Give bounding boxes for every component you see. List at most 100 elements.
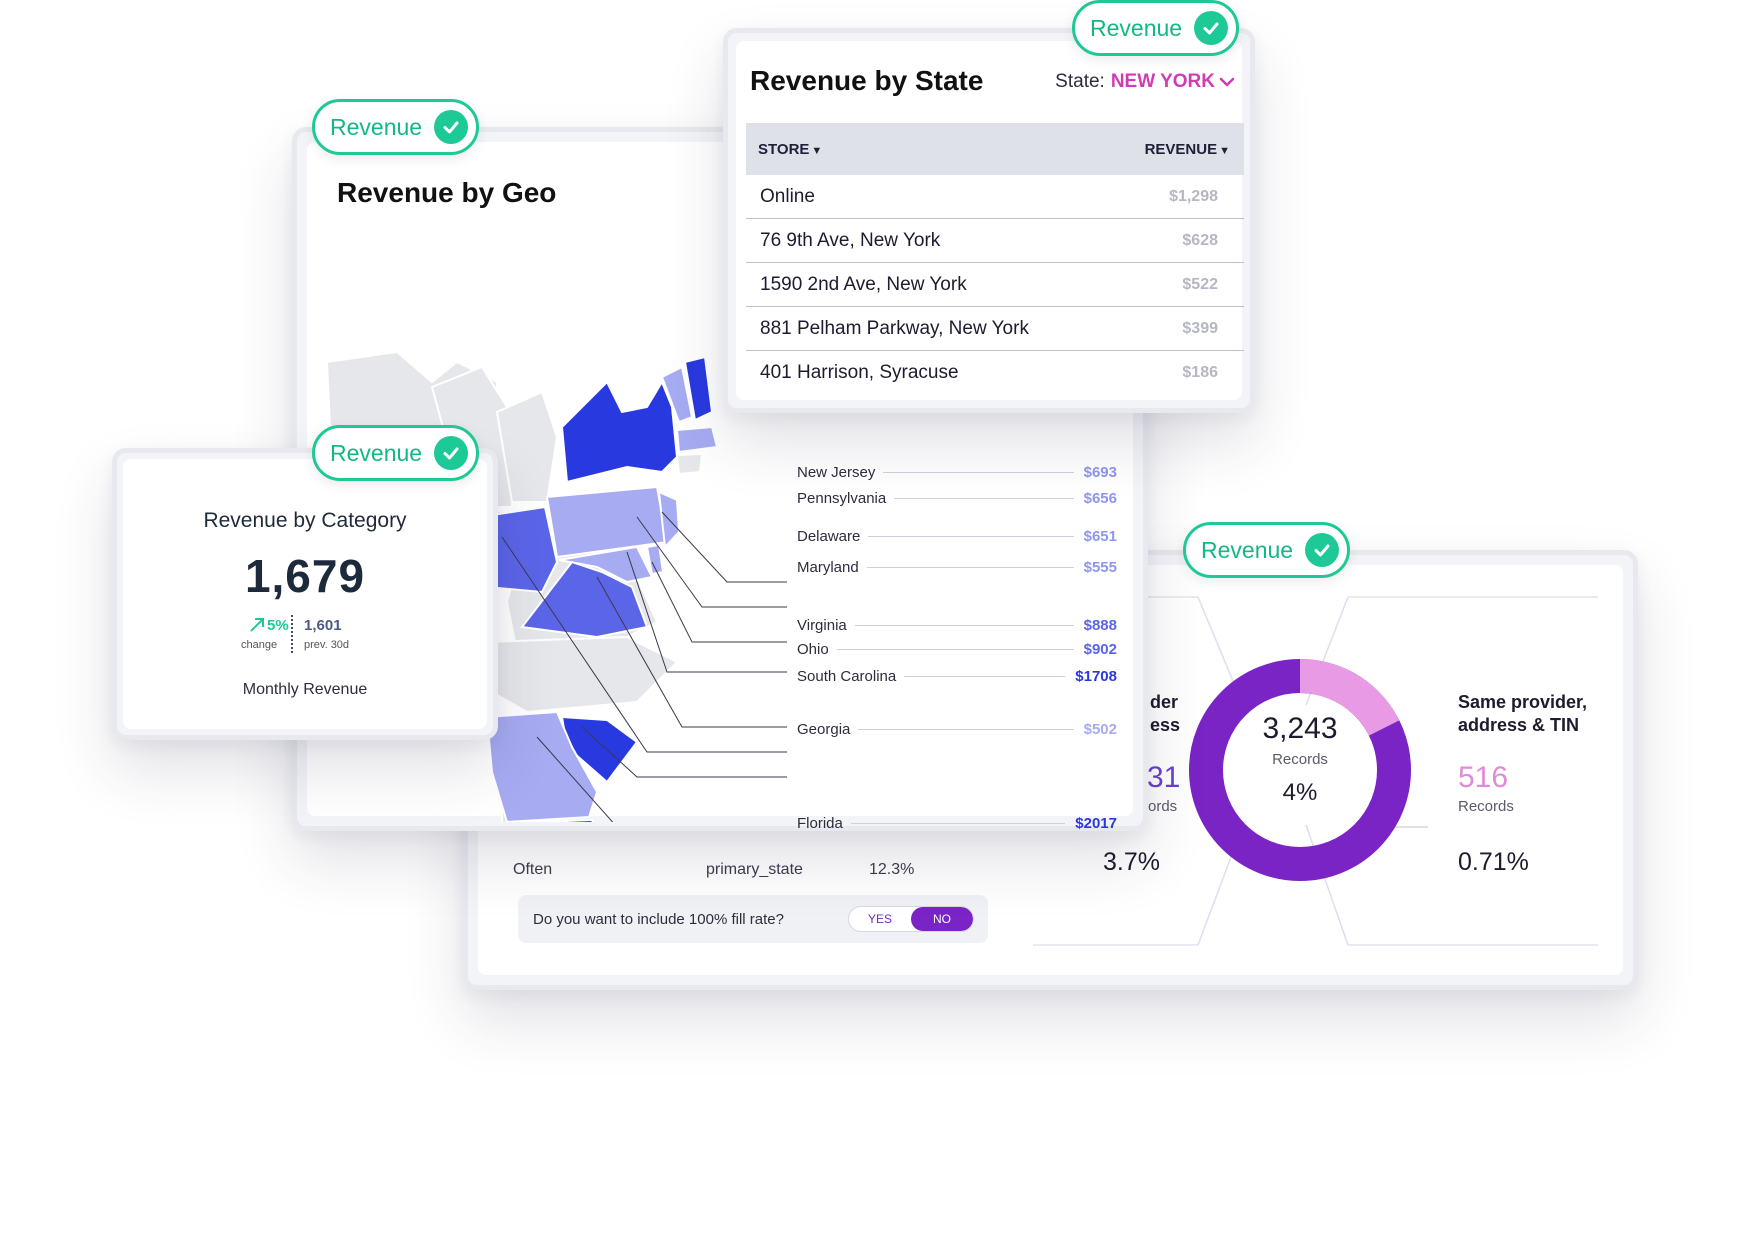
revenue-badge-category: Revenue xyxy=(312,425,480,481)
legend-state-name: Delaware xyxy=(797,527,861,545)
legend-value: $902 xyxy=(1083,640,1117,658)
column-revenue-label: REVENUE xyxy=(1144,140,1218,158)
legend-leader xyxy=(850,822,1066,824)
legend-leader xyxy=(836,648,1074,650)
partial-percent: 3.7% xyxy=(1103,848,1160,876)
legend-value: $651 xyxy=(1083,527,1117,545)
legend-row: New Jersey $693 xyxy=(797,462,1117,482)
state-picker[interactable]: State: NEW YORK xyxy=(1055,71,1236,93)
check-icon xyxy=(1194,11,1229,45)
chevron-down-icon[interactable] xyxy=(1218,75,1236,89)
legend-value: $502 xyxy=(1083,720,1117,738)
legend-row: Pennsylvania $656 xyxy=(797,488,1117,508)
map-state-grey xyxy=(485,635,679,714)
partial-records-label: ords xyxy=(1148,798,1178,815)
legend-leader xyxy=(904,675,1066,677)
legend-leader xyxy=(894,497,1074,499)
legend-value: $656 xyxy=(1083,489,1117,507)
category-prev-label: prev. 30d xyxy=(304,639,350,651)
category-title: Revenue by Category xyxy=(203,509,407,532)
row-store: 401 Harrison, Syracuse xyxy=(760,362,959,383)
right-metric-title-2: address & TIN xyxy=(1458,715,1580,735)
row-revenue: $1,298 xyxy=(1169,187,1218,205)
legend-value: $2017 xyxy=(1075,814,1117,832)
right-metric-percent: 0.71% xyxy=(1458,848,1529,876)
check-icon xyxy=(1305,533,1340,567)
right-metric-title-1: Same provider, xyxy=(1458,692,1588,712)
legend-leader xyxy=(866,566,1074,568)
right-metric-label: Records xyxy=(1458,798,1514,815)
row-store: 881 Pelham Parkway, New York xyxy=(760,317,1029,339)
row-revenue: $186 xyxy=(1182,364,1218,381)
row-store: Online xyxy=(760,185,815,207)
category-divider xyxy=(291,615,293,653)
table-row[interactable]: 401 Harrison, Syracuse $186 xyxy=(746,351,1244,395)
table-row[interactable]: Online $1,298 xyxy=(746,175,1244,219)
partial-number: 31 xyxy=(1147,761,1181,794)
column-store-label: STORE xyxy=(758,140,810,158)
row-revenue: $522 xyxy=(1182,275,1218,293)
legend-row: Delaware $651 xyxy=(797,526,1117,546)
revenue-state-body: Revenue by State State: NEW YORK STORE ▼ … xyxy=(736,41,1244,400)
check-icon xyxy=(434,436,469,470)
badge-label: Revenue xyxy=(1090,14,1183,41)
category-value: 1,679 xyxy=(244,550,366,602)
state-picker-value[interactable]: NEW YORK xyxy=(1111,71,1215,93)
category-change-label: change xyxy=(241,639,278,651)
row-store: 76 9th Ave, New York xyxy=(760,229,941,251)
state-picker-label: State: xyxy=(1055,71,1105,92)
row-revenue: $399 xyxy=(1182,319,1218,337)
sort-down-icon[interactable]: ▼ xyxy=(1219,145,1230,157)
map-state-new-york xyxy=(560,379,679,484)
trend-up-icon xyxy=(250,618,264,632)
records-donut-chart xyxy=(1189,659,1411,881)
legend-leader xyxy=(883,471,1074,473)
table-row[interactable]: 76 9th Ave, New York $628 xyxy=(746,219,1244,263)
map-state-connecticut xyxy=(675,452,704,476)
legend-leader xyxy=(858,728,1074,730)
donut-center-percent: 4% xyxy=(1282,779,1318,806)
legend-value: $693 xyxy=(1083,463,1117,481)
legend-leader xyxy=(854,624,1074,626)
revenue-badge-records: Revenue xyxy=(1183,522,1351,578)
check-icon xyxy=(434,110,469,144)
state-title: Revenue by State xyxy=(750,65,984,96)
legend-state-name: South Carolina xyxy=(797,667,897,685)
revenue-category-body: Revenue by Category 1,679 5% change 1,60… xyxy=(123,459,487,729)
legend-state-name: Georgia xyxy=(797,720,851,738)
revenue-badge-state: Revenue xyxy=(1072,0,1240,56)
badge-label: Revenue xyxy=(330,113,423,140)
category-prev: 1,601 xyxy=(304,617,342,634)
revenue-badge-geo: Revenue xyxy=(312,99,480,155)
legend-row: South Carolina $1708 xyxy=(797,666,1117,686)
badge-label: Revenue xyxy=(330,439,423,466)
right-metric-number: 516 xyxy=(1458,761,1509,794)
geo-title: Revenue by Geo xyxy=(337,177,557,208)
column-revenue[interactable]: REVENUE ▼ xyxy=(1145,141,1230,158)
table-row[interactable]: 1590 2nd Ave, New York $522 xyxy=(746,263,1244,307)
category-change: 5% xyxy=(267,617,289,634)
partial-title-1: der xyxy=(1150,692,1179,712)
row-store: 1590 2nd Ave, New York xyxy=(760,273,967,295)
revenue-state-card: Revenue by State State: NEW YORK STORE ▼ … xyxy=(723,28,1255,413)
legend-state-name: Ohio xyxy=(797,640,829,658)
state-table-header: STORE ▼ REVENUE ▼ xyxy=(746,123,1244,175)
legend-value: $555 xyxy=(1083,558,1117,576)
legend-value: $1708 xyxy=(1075,667,1117,685)
legend-state-name: Florida xyxy=(797,814,843,832)
badge-label: Revenue xyxy=(1201,536,1294,563)
revenue-category-card: Revenue by Category 1,679 5% change 1,60… xyxy=(112,448,498,740)
legend-state-name: Pennsylvania xyxy=(797,489,887,507)
column-store[interactable]: STORE ▼ xyxy=(758,141,822,158)
donut-center-value: 3,243 xyxy=(1262,712,1338,745)
legend-row: Georgia $502 xyxy=(797,719,1117,739)
legend-state-name: Virginia xyxy=(797,616,847,634)
legend-state-name: New Jersey xyxy=(797,463,876,481)
legend-row: Ohio $902 xyxy=(797,639,1117,659)
table-row[interactable]: 881 Pelham Parkway, New York $399 xyxy=(746,307,1244,351)
legend-row: Virginia $888 xyxy=(797,615,1117,635)
partial-title-2: ess xyxy=(1150,715,1181,735)
sort-down-icon[interactable]: ▼ xyxy=(811,145,822,157)
category-subtitle: Monthly Revenue xyxy=(242,681,368,698)
legend-state-name: Maryland xyxy=(797,558,859,576)
